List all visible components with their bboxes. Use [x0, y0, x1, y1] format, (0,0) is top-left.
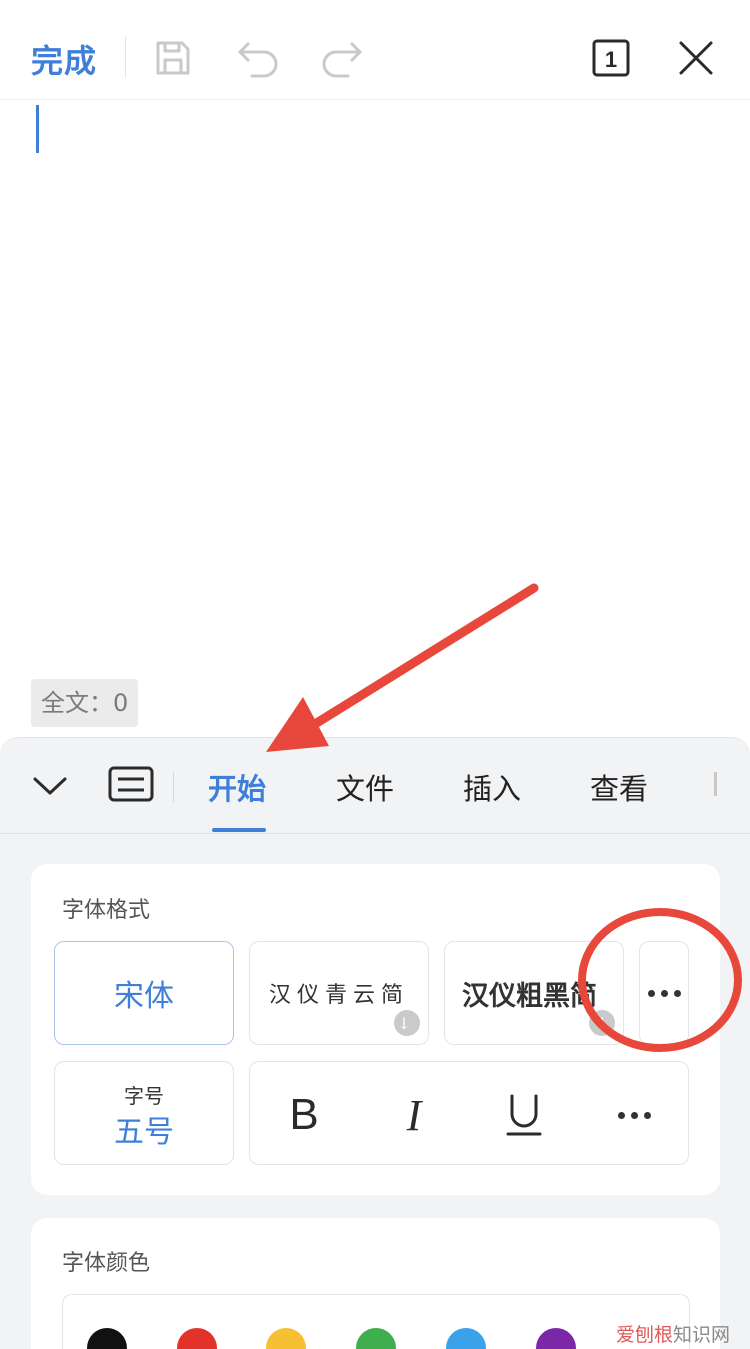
- tab-start[interactable]: 开始: [208, 766, 266, 808]
- font-format-card: 字体格式 宋体 汉仪青云简 ↓ 汉仪粗黑简 ↓ 字号 五号 B I: [31, 864, 720, 1195]
- top-toolbar: 完成 1: [0, 0, 750, 100]
- page-indicator: 1: [605, 47, 617, 72]
- watermark-brand: 爱刨根: [616, 1324, 674, 1346]
- redo-icon[interactable]: [318, 34, 366, 82]
- ribbon-tabbar: 开始 文件 插入 查看: [0, 738, 750, 834]
- close-icon[interactable]: [672, 34, 720, 82]
- watermark: 爱刨根知识网: [616, 1320, 730, 1347]
- text-style-group: B I: [249, 1061, 689, 1165]
- font-size-value: 五号: [114, 1115, 174, 1150]
- download-icon: ↓: [589, 1010, 615, 1036]
- tab-divider: [173, 772, 174, 802]
- font-option-cuhei[interactable]: 汉仪粗黑简 ↓: [444, 941, 624, 1045]
- document-editor[interactable]: [0, 101, 750, 701]
- color-swatch-row: [62, 1294, 690, 1349]
- color-swatch-purple[interactable]: [536, 1328, 576, 1349]
- tab-view[interactable]: 查看: [590, 766, 648, 808]
- font-format-title: 字体格式: [62, 898, 151, 923]
- more-icon: [617, 1111, 651, 1119]
- tab-overflow-hint: [714, 772, 724, 796]
- bold-icon[interactable]: B: [277, 1088, 331, 1142]
- active-tab-indicator: [212, 828, 266, 832]
- more-icon: [647, 989, 681, 997]
- save-icon[interactable]: [149, 34, 197, 82]
- text-cursor: [36, 105, 39, 153]
- font-option-label: 汉仪青云简: [268, 983, 409, 1008]
- italic-icon[interactable]: I: [387, 1088, 441, 1142]
- color-swatch-red[interactable]: [177, 1328, 217, 1349]
- color-swatch-green[interactable]: [356, 1328, 396, 1349]
- tab-file[interactable]: 文件: [336, 766, 394, 808]
- format-panel: 开始 文件 插入 查看 字体格式 宋体 汉仪青云简 ↓ 汉仪粗黑简 ↓ 字号 五…: [0, 737, 750, 1349]
- chevron-down-icon[interactable]: [28, 766, 72, 806]
- font-size-label: 字号: [124, 1084, 164, 1108]
- font-option-label: 汉仪粗黑简: [462, 980, 597, 1012]
- more-styles-button[interactable]: [607, 1088, 661, 1142]
- font-option-songti[interactable]: 宋体: [54, 941, 234, 1045]
- word-count-badge: 全文：0: [31, 679, 139, 727]
- color-swatch-yellow[interactable]: [266, 1328, 306, 1349]
- font-size-button[interactable]: 字号 五号: [54, 1061, 234, 1165]
- done-button[interactable]: 完成: [31, 36, 97, 82]
- download-icon: ↓: [394, 1010, 420, 1036]
- page-view-icon[interactable]: 1: [587, 34, 635, 82]
- underline-icon[interactable]: [497, 1088, 551, 1142]
- more-fonts-button[interactable]: [639, 941, 689, 1045]
- color-swatch-black[interactable]: [87, 1328, 127, 1349]
- font-color-title: 字体颜色: [62, 1251, 151, 1276]
- toolbar-divider: [125, 36, 126, 78]
- color-swatch-blue[interactable]: [446, 1328, 486, 1349]
- tab-insert[interactable]: 插入: [463, 766, 521, 808]
- watermark-site: 知识网: [673, 1324, 731, 1346]
- undo-icon[interactable]: [234, 34, 282, 82]
- font-option-qingyun[interactable]: 汉仪青云简 ↓: [249, 941, 429, 1045]
- font-option-label: 宋体: [114, 979, 174, 1014]
- keyboard-icon[interactable]: [106, 764, 156, 804]
